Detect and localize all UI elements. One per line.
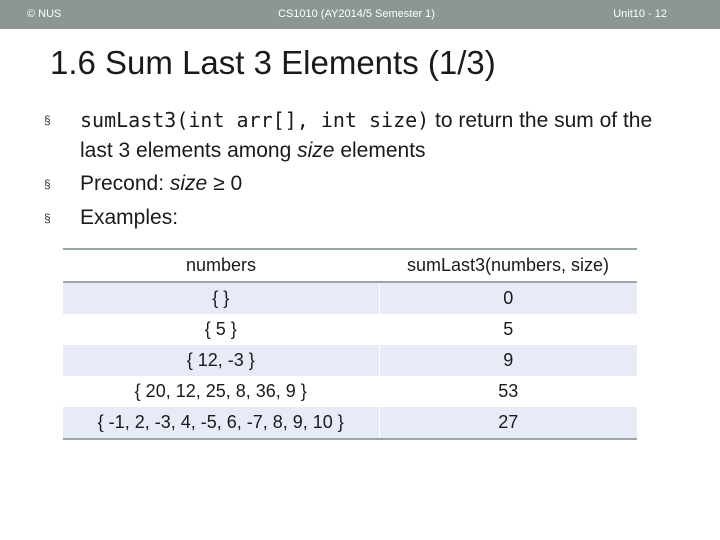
slide-number: Unit10 - 12: [613, 8, 667, 20]
precondition-label: Precond:: [80, 172, 170, 195]
bullet-marker-icon: §: [44, 177, 51, 191]
column-header-result: sumLast3(numbers, size): [379, 248, 637, 283]
precondition-size: size: [169, 172, 208, 195]
cell-numbers: { 20, 12, 25, 8, 36, 9 }: [134, 381, 307, 401]
precondition-value: ≥ 0: [207, 172, 243, 195]
cell-result: 5: [378, 314, 637, 345]
cell-result: 0: [378, 282, 637, 314]
cell-numbers: { 5 }: [204, 319, 237, 339]
slide-title: 1.6 Sum Last 3 Elements (1/3): [50, 44, 496, 81]
cell-result: 27: [378, 407, 637, 440]
bullet-list: § sumLast3(int arr[], int size) to retur…: [44, 105, 664, 233]
cell-result: 53: [378, 376, 637, 407]
copyright-label: © NUS: [27, 8, 62, 20]
cell-result: 9: [378, 345, 637, 376]
header-bar: © NUS CS1010 (AY2014/5 Semester 1) Unit1…: [0, 0, 720, 29]
column-header-numbers: numbers: [63, 248, 379, 283]
bullet-marker-icon: §: [44, 113, 51, 127]
course-label: CS1010 (AY2014/5 Semester 1): [278, 8, 435, 20]
cell-numbers: { }: [63, 282, 379, 314]
function-signature: sumLast3(int arr[], int size): [80, 108, 430, 132]
table-row: { 5 } 5: [63, 314, 637, 345]
description-text-end: elements: [334, 139, 426, 162]
examples-table: numbers sumLast3(numbers, size) { } 0 { …: [63, 248, 637, 440]
bullet-item-examples: § Examples:: [44, 203, 664, 233]
size-italic: size: [297, 139, 335, 162]
examples-label: Examples:: [80, 206, 179, 229]
table-row: { 12, -3 } 9: [63, 345, 637, 376]
table-row: { 20, 12, 25, 8, 36, 9 } 53: [63, 376, 637, 407]
table-row: { } 0: [63, 282, 637, 314]
cell-numbers: { 12, -3 }: [63, 345, 379, 376]
bullet-item-description: § sumLast3(int arr[], int size) to retur…: [44, 105, 664, 166]
bullet-item-precondition: § Precond: size ≥ 0: [44, 169, 664, 199]
bullet-marker-icon: §: [44, 211, 51, 225]
cell-numbers: { -1, 2, -3, 4, -5, 6, -7, 8, 9, 10 }: [63, 407, 379, 440]
table-row: { -1, 2, -3, 4, -5, 6, -7, 8, 9, 10 } 27: [63, 407, 637, 440]
table-header-row: numbers sumLast3(numbers, size): [63, 248, 637, 283]
